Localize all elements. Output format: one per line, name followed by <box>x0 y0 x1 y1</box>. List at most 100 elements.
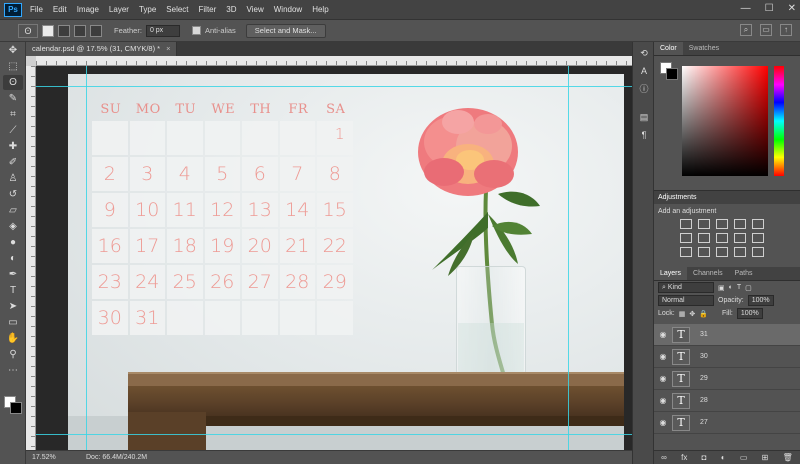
menu-help[interactable]: Help <box>312 5 328 14</box>
paint-bucket-tool-icon[interactable]: ◈ <box>3 219 23 234</box>
more-tools-icon[interactable]: ⋯ <box>3 363 23 378</box>
tab-layers[interactable]: Layers <box>654 267 688 280</box>
horizontal-ruler[interactable] <box>36 56 632 66</box>
brightness-icon[interactable] <box>680 219 692 229</box>
eyedropper-tool-icon[interactable]: ⟋ <box>3 123 23 138</box>
zoom-level[interactable]: 17.52% <box>26 454 66 461</box>
hand-tool-icon[interactable]: ✋ <box>3 331 23 346</box>
lock-position-icon[interactable]: ✥ <box>689 310 695 318</box>
eraser-tool-icon[interactable]: ▱ <box>3 203 23 218</box>
quick-select-tool-icon[interactable]: ✎ <box>3 91 23 106</box>
color-field[interactable] <box>682 66 768 176</box>
link-layers-icon[interactable]: ∞ <box>661 453 667 462</box>
path-select-tool-icon[interactable]: ➤ <box>3 299 23 314</box>
exposure-icon[interactable] <box>734 219 746 229</box>
dodge-tool-icon[interactable]: ◐ <box>3 251 23 266</box>
new-adjustment-icon[interactable]: ◐ <box>721 453 726 462</box>
curves-icon[interactable] <box>716 219 728 229</box>
minimize-button[interactable]: — <box>741 3 751 14</box>
posterize-icon[interactable] <box>698 247 710 257</box>
brush-tool-icon[interactable]: ✐ <box>3 155 23 170</box>
tab-channels[interactable]: Channels <box>687 267 729 280</box>
hue-saturation-icon[interactable] <box>680 233 692 243</box>
levels-icon[interactable] <box>698 219 710 229</box>
filter-shape-icon[interactable]: ▢ <box>745 284 752 292</box>
vibrance-icon[interactable] <box>752 219 764 229</box>
shape-tool-icon[interactable]: ▭ <box>3 315 23 330</box>
workspace-icon[interactable]: ▭ <box>760 24 772 36</box>
layer-row[interactable]: ◉ T 31 <box>654 324 800 346</box>
select-and-mask-button[interactable]: Select and Mask... <box>245 23 326 38</box>
lock-pixels-icon[interactable]: ▦ <box>679 310 686 318</box>
filter-type-icon[interactable]: T <box>737 284 741 291</box>
history-icon[interactable]: ⟲ <box>636 46 652 60</box>
new-layer-icon[interactable]: ⊞ <box>762 453 769 462</box>
menu-filter[interactable]: Filter <box>199 5 217 14</box>
layer-row[interactable]: ◉ T 28 <box>654 390 800 412</box>
feather-input[interactable]: 0 px <box>145 24 180 37</box>
paragraph-icon[interactable]: ¶ <box>636 128 652 142</box>
eye-icon[interactable]: ◉ <box>654 396 672 405</box>
kind-filter-select[interactable]: ⌕ Kind <box>658 282 714 293</box>
menu-select[interactable]: Select <box>166 5 188 14</box>
invert-icon[interactable] <box>680 247 692 257</box>
hue-slider[interactable] <box>774 66 784 176</box>
selective-color-icon[interactable] <box>752 247 764 257</box>
horizontal-guide[interactable] <box>36 434 632 435</box>
channel-mixer-icon[interactable] <box>752 233 764 243</box>
menu-file[interactable]: File <box>30 5 43 14</box>
opacity-input[interactable]: 100% <box>747 295 774 306</box>
horizontal-guide[interactable] <box>36 86 632 87</box>
canvas-area[interactable]: SU MO TU WE TH FR SA 1 2 3 4 5 6 7 8 9 10 11 12 13 14… <box>36 66 632 450</box>
menu-edit[interactable]: Edit <box>53 5 67 14</box>
add-mask-icon[interactable]: ◘ <box>702 453 707 462</box>
eye-icon[interactable]: ◉ <box>654 352 672 361</box>
close-button[interactable]: ✕ <box>788 3 796 14</box>
blur-tool-icon[interactable]: ● <box>3 235 23 250</box>
lock-all-icon[interactable]: 🔒 <box>699 310 708 318</box>
menu-layer[interactable]: Layer <box>109 5 129 14</box>
tab-swatches[interactable]: Swatches <box>683 42 725 55</box>
eye-icon[interactable]: ◉ <box>654 330 672 339</box>
search-icon[interactable]: ⌕ <box>740 24 752 36</box>
crop-tool-icon[interactable]: ⌗ <box>3 107 23 122</box>
layer-style-icon[interactable]: fx <box>681 453 687 462</box>
filter-pixel-icon[interactable]: ▣ <box>718 284 725 292</box>
tab-color[interactable]: Color <box>654 42 683 55</box>
delete-layer-icon[interactable]: 🗑 <box>783 453 793 462</box>
threshold-icon[interactable] <box>716 247 728 257</box>
lasso-tool-icon[interactable]: ʘ <box>3 75 23 90</box>
filter-adjustment-icon[interactable]: ◐ <box>729 284 733 291</box>
marquee-tool-icon[interactable]: ⬚ <box>3 59 23 74</box>
maximize-button[interactable]: ☐ <box>765 3 774 14</box>
menu-window[interactable]: Window <box>274 5 302 14</box>
pen-tool-icon[interactable]: ✒ <box>3 267 23 282</box>
new-group-icon[interactable]: ▭ <box>740 453 748 462</box>
eye-icon[interactable]: ◉ <box>654 374 672 383</box>
ruler-origin[interactable] <box>26 56 36 66</box>
history-brush-tool-icon[interactable]: ↺ <box>3 187 23 202</box>
character-icon[interactable]: A <box>636 64 652 78</box>
layer-row[interactable]: ◉ T 30 <box>654 346 800 368</box>
share-icon[interactable]: ↑ <box>780 24 792 36</box>
gradient-map-icon[interactable] <box>734 247 746 257</box>
background-color-swatch[interactable] <box>666 68 678 80</box>
menu-3d[interactable]: 3D <box>226 5 236 14</box>
menu-type[interactable]: Type <box>139 5 156 14</box>
vertical-guide[interactable] <box>568 66 569 450</box>
close-tab-icon[interactable]: × <box>166 44 170 53</box>
info-icon[interactable]: ⓘ <box>636 82 652 96</box>
adjustments-title[interactable]: Adjustments <box>654 190 800 204</box>
color-balance-icon[interactable] <box>698 233 710 243</box>
add-selection-icon[interactable] <box>58 24 70 37</box>
intersect-selection-icon[interactable] <box>90 24 102 37</box>
eye-icon[interactable]: ◉ <box>654 418 672 427</box>
fill-input[interactable]: 100% <box>736 308 763 319</box>
antialias-checkbox[interactable] <box>191 26 201 35</box>
document-tab[interactable]: calendar.psd @ 17.5% (31, CMYK/8) * × <box>26 42 178 56</box>
stamp-tool-icon[interactable]: ♙ <box>3 171 23 186</box>
layer-row[interactable]: ◉ T 27 <box>654 412 800 434</box>
background-color-swatch[interactable] <box>10 402 22 414</box>
lasso-preset-icon[interactable]: ʘ <box>18 23 38 38</box>
properties-icon[interactable]: ▤ <box>636 110 652 124</box>
